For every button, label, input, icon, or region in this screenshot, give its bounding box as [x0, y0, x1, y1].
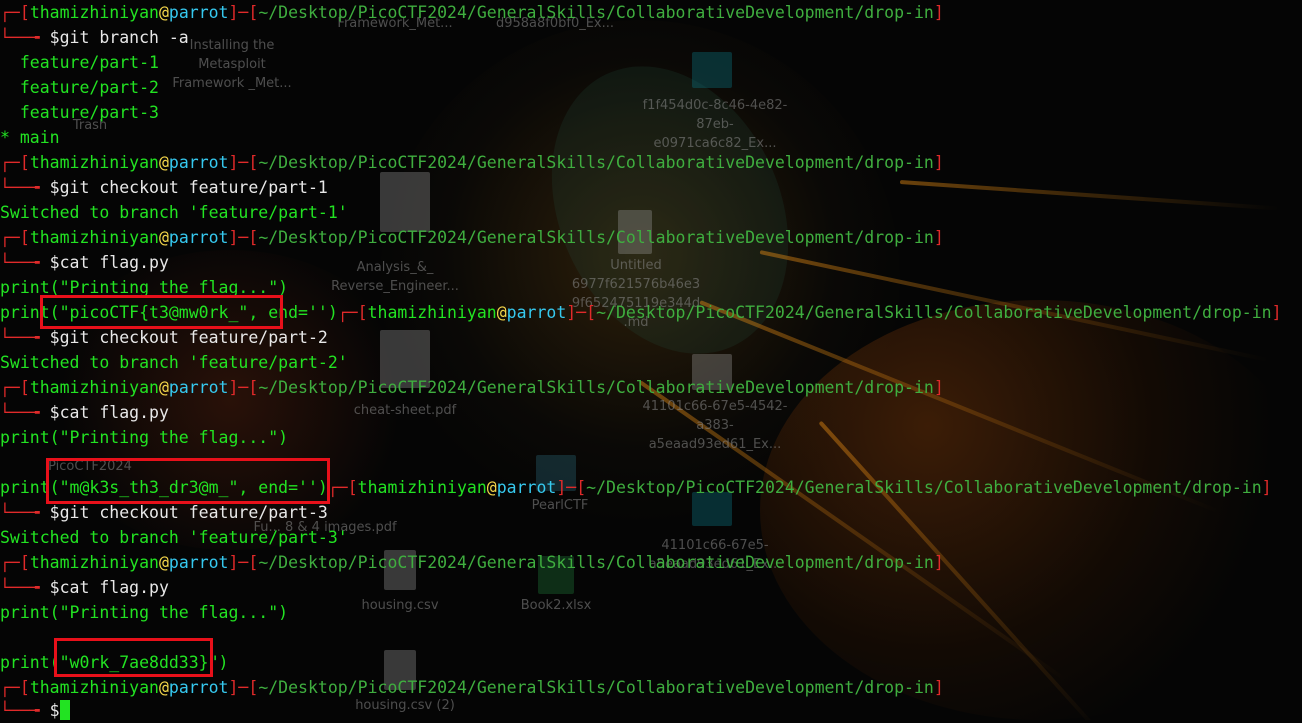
- command-line: └──╼ $cat flag.py: [0, 578, 169, 597]
- flag-part-2-highlight: [46, 458, 330, 504]
- command-line: └──╼ $git checkout feature/part-1: [0, 178, 328, 197]
- desktop-icon-cheat-sheet[interactable]: cheat-sheet.pdf: [350, 401, 460, 420]
- file-icon: [692, 52, 732, 88]
- output-line: feature/part-2: [0, 78, 159, 97]
- terminal-cursor: [59, 700, 70, 720]
- output-line: Switched to branch 'feature/part-1': [0, 203, 348, 222]
- prompt-line: ┌─[thamizhiniyan@parrot]─[~/Desktop/Pico…: [0, 3, 944, 22]
- desktop-icon-analysis[interactable]: Analysis_&_ Reverse_Engineer...: [330, 258, 460, 296]
- desktop-icon-installing[interactable]: Installing the Metasploit Framework _Met…: [172, 36, 292, 93]
- prompt-line: ┌─[thamizhiniyan@parrot]─[~/Desktop/Pico…: [0, 228, 944, 247]
- desktop-icon-housing[interactable]: housing.csv: [350, 596, 450, 615]
- output-line: * main: [0, 128, 60, 147]
- command-line: └──╼ $git branch -a: [0, 28, 189, 47]
- command-line: └──╼ $cat flag.py: [0, 403, 169, 422]
- output-line: feature/part-3: [0, 103, 159, 122]
- desktop-icon-hash-2[interactable]: 41101c66-67e5-4542-a383-a5eaad93ed61_Ex.…: [640, 397, 790, 454]
- prompt-line: ┌─[thamizhiniyan@parrot]─[~/Desktop/Pico…: [0, 678, 944, 697]
- output-line: print("Printing the flag..."): [0, 603, 289, 622]
- prompt-line: ┌─[thamizhiniyan@parrot]─[~/Desktop/Pico…: [0, 553, 944, 572]
- flag-part-1-highlight: [40, 295, 283, 329]
- desktop-icon-book2[interactable]: Book2.xlsx: [506, 596, 606, 615]
- command-line[interactable]: └──╼ $: [0, 698, 70, 723]
- desktop-icon-hash-1[interactable]: f1f454d0c-8c46-4e82-87eb-e0971ca6c82_Ex.…: [640, 96, 790, 153]
- prompt-line: ┌─[thamizhiniyan@parrot]─[~/Desktop/Pico…: [0, 378, 944, 397]
- output-line: print("Printing the flag..."): [0, 428, 289, 447]
- flag-part-3-highlight: [54, 638, 213, 677]
- output-line: feature/part-1: [0, 53, 159, 72]
- output-line: Switched to branch 'feature/part-3': [0, 528, 348, 547]
- prompt-line: ┌─[thamizhiniyan@parrot]─[~/Desktop/Pico…: [0, 153, 944, 172]
- output-line: Switched to branch 'feature/part-2': [0, 353, 348, 372]
- document-icon: [380, 172, 430, 232]
- command-line: └──╼ $cat flag.py: [0, 253, 169, 272]
